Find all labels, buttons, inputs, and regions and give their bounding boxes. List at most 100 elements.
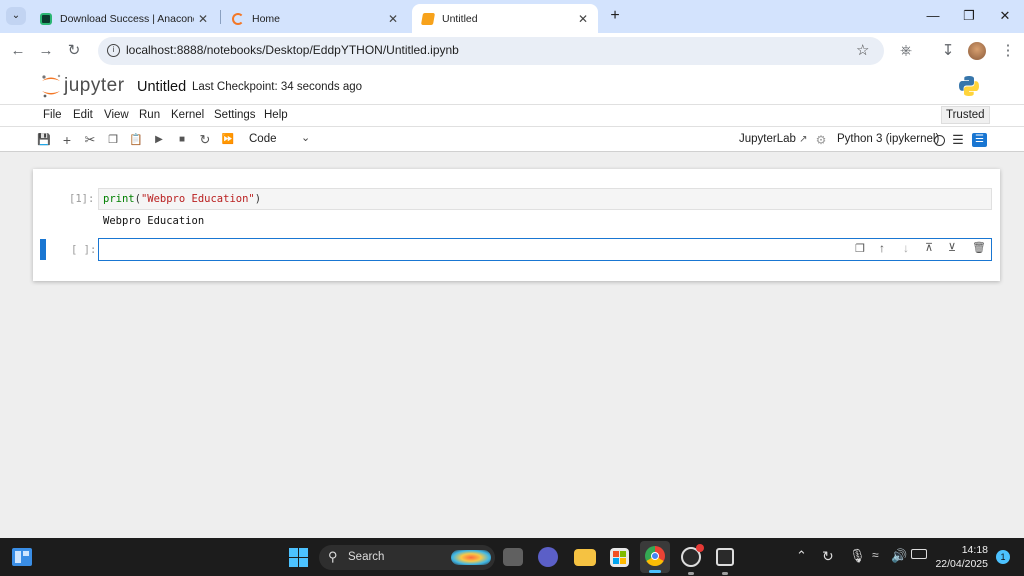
trusted-indicator[interactable]: Trusted [941,106,990,124]
chat-app-icon[interactable] [538,547,558,567]
jupyter-header: jupyter Untitled Last Checkpoint: 34 sec… [0,69,1024,104]
menu-edit[interactable]: Edit [73,109,93,121]
anaconda-favicon-icon [40,12,52,25]
active-cell-indicator [40,239,46,260]
delete-cell-icon[interactable]: 🗑 [972,241,986,254]
clock-date[interactable]: 22/04/2025 [932,558,988,570]
profile-avatar[interactable] [968,42,986,60]
tab-title: Download Success | Anaconda [60,12,194,25]
stop-icon[interactable]: ■ [174,132,190,148]
extensions-icon[interactable]: ⎈ [896,41,916,61]
windows-start-icon[interactable] [289,548,308,567]
code-paren: ) [254,193,262,205]
insert-below-icon[interactable]: ⊻ [948,241,956,254]
tab-search-button[interactable]: ⌄ [6,7,26,25]
cell-prompt: [1]: [69,193,95,205]
close-icon[interactable]: ✕ [194,12,212,26]
paste-icon[interactable]: 📋 [128,132,144,148]
duplicate-cell-icon[interactable]: ❐ [855,242,865,255]
tab-divider [220,10,221,24]
forward-button[interactable]: → [36,41,56,61]
close-icon[interactable]: ✕ [384,12,402,26]
notebook-toolbar: 💾 + ✂ ❐ 📋 ▶ ■ ↻ ⏩ Code ⌄ JupyterLab ↗ ⚙ … [0,126,1024,152]
external-link-icon: ↗ [799,134,808,145]
browser-menu-icon[interactable]: ⋮ [998,41,1018,61]
tab-title: Untitled [442,12,478,25]
menu-settings[interactable]: Settings [214,109,256,121]
taskbar-search-box[interactable]: ⚲ Search [319,545,495,570]
site-info-icon[interactable]: i [107,44,120,57]
jupyterlab-link[interactable]: JupyterLab ↗ [739,133,808,145]
notebook-title[interactable]: Untitled [137,79,186,95]
save-icon[interactable]: 💾 [36,132,52,148]
browser-tab-strip: ⌄ Download Success | Anaconda ✕ Home ✕ U… [0,0,1024,33]
menu-view[interactable]: View [104,109,129,121]
jupyter-favicon-icon [232,12,244,25]
download-icon[interactable]: ↧ [938,41,958,61]
tab-anaconda[interactable]: Download Success | Anaconda ✕ [30,4,218,33]
reload-button[interactable]: ↻ [64,41,84,61]
run-all-icon[interactable]: ⏩ [220,132,236,148]
cut-icon[interactable]: ✂ [82,132,98,148]
copy-icon[interactable]: ❐ [105,132,121,148]
code-string: "Webpro Education" [140,193,255,205]
kernel-settings-gear-icon[interactable]: ⚙ [813,132,829,148]
back-button[interactable]: ← [8,41,28,61]
code-builtin: print [103,193,135,205]
tab-untitled[interactable]: Untitled ✕ [412,4,598,33]
sync-icon[interactable]: ↻ [822,548,834,565]
chevron-down-icon: ⌄ [301,132,311,144]
tab-home[interactable]: Home ✕ [222,4,408,33]
tab-title: Home [252,12,281,25]
battery-icon[interactable] [911,549,927,559]
address-bar[interactable]: i localhost:8888/notebooks/Desktop/EddpY… [98,37,884,65]
menu-help[interactable]: Help [264,109,288,121]
chrome-app-active[interactable] [640,541,670,573]
property-inspector-icon[interactable]: ☰ [950,132,966,148]
move-up-icon[interactable]: ↑ [879,241,885,255]
menu-run[interactable]: Run [139,109,160,121]
new-tab-button[interactable]: + [606,7,624,25]
add-cell-icon[interactable]: + [59,132,75,148]
code-cell-input[interactable]: print("Webpro Education") [98,188,992,210]
search-highlight-icon [451,550,491,565]
file-explorer-icon[interactable] [574,549,596,566]
obs-icon[interactable] [681,544,704,567]
insert-above-icon[interactable]: ⊼ [925,241,933,254]
close-window-button[interactable]: ✕ [990,6,1020,26]
move-down-icon[interactable]: ↓ [903,241,909,255]
browser-toolbar: ← → ↻ i localhost:8888/notebooks/Desktop… [0,33,1024,69]
search-icon: ⚲ [328,549,338,564]
menu-file[interactable]: File [43,109,62,121]
volume-icon[interactable]: 🔊 [891,548,907,564]
kernel-status-icon [934,135,945,146]
cell-output: Webpro Education [103,215,205,227]
close-icon[interactable]: ✕ [574,12,592,26]
widgets-icon[interactable] [12,548,32,566]
notification-badge[interactable]: 1 [996,550,1010,564]
cell-type-select[interactable]: Code ⌄ [244,131,314,149]
running-indicator [688,572,694,575]
running-indicator [722,572,728,575]
chevron-down-icon: ⌄ [11,10,21,21]
taskbar: ⚲ Search ⌃ ↻ 🎙 ≈ 🔊 14:18 22/04/2025 1 [0,538,1024,576]
restore-button[interactable]: ❐ [954,6,984,26]
chevron-up-icon[interactable]: ⌃ [796,548,807,564]
jupyter-logo[interactable]: jupyter [40,73,130,99]
jupyterlab-label: JupyterLab [739,133,796,145]
task-view-icon[interactable] [503,548,523,566]
microsoft-store-icon[interactable] [610,548,629,567]
menu-kernel[interactable]: Kernel [171,109,204,121]
bookmark-star-icon[interactable]: ☆ [856,41,869,59]
minimize-button[interactable]: — [918,6,948,26]
run-icon[interactable]: ▶ [151,132,167,148]
wifi-icon[interactable]: ≈ [872,548,879,562]
kernel-name[interactable]: Python 3 (ipykernel) [837,133,939,145]
jupyter-logo-text: jupyter [64,75,125,96]
clock-time[interactable]: 14:18 [956,544,988,556]
toc-toggle-icon[interactable]: ☰ [972,133,987,147]
restart-icon[interactable]: ↻ [197,132,213,148]
url-text: localhost:8888/notebooks/Desktop/EddpYTH… [126,43,459,57]
terminal-app-icon[interactable] [716,548,734,566]
microphone-icon[interactable]: 🎙 [849,548,866,564]
